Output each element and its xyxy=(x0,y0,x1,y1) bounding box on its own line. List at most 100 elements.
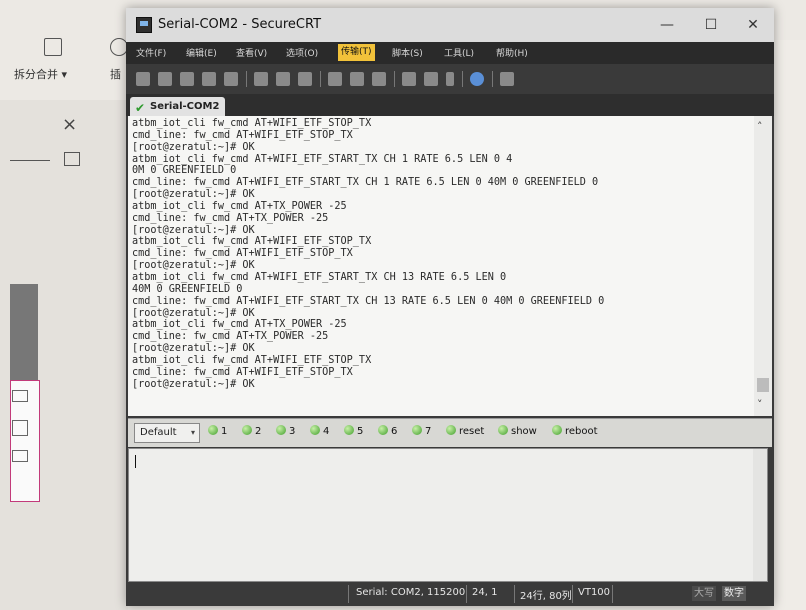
button-label: 5 xyxy=(357,426,364,437)
insert-button[interactable]: 插 xyxy=(110,66,121,82)
button-bar-select[interactable]: Default ▾ xyxy=(134,423,200,443)
button-7[interactable]: 7 xyxy=(412,425,431,441)
scroll-down-icon[interactable]: ˅ xyxy=(757,398,763,411)
terminal-line: cmd_line: fw_cmd AT+WIFI_ETF_START_TX CH… xyxy=(132,177,599,189)
close-button[interactable]: ✕ xyxy=(740,14,766,36)
button-5[interactable]: 5 xyxy=(344,425,363,441)
gem-icon xyxy=(446,425,456,435)
panel-divider xyxy=(10,160,50,161)
background-right-panel xyxy=(770,40,806,610)
menu-tools[interactable]: 工具(L) xyxy=(444,46,474,59)
terminal-line: cmd_line: fw_cmd AT+TX_POWER -25 xyxy=(132,331,329,343)
securecrt-app-icon xyxy=(136,17,152,33)
reboot-button[interactable]: reboot xyxy=(552,425,598,441)
status-separator xyxy=(514,585,515,603)
terminal-line: [root@zeratul:~]# OK xyxy=(132,343,255,355)
chevron-down-icon: ▾ xyxy=(190,428,195,437)
button-bar-select-value: Default xyxy=(140,427,177,438)
menu-options[interactable]: 选项(O) xyxy=(286,46,318,59)
thumb-lines-icon xyxy=(12,450,28,462)
global-options-icon[interactable] xyxy=(350,72,364,86)
minimize-button[interactable]: — xyxy=(654,14,680,36)
disconnect-icon[interactable] xyxy=(224,72,238,86)
menu-bar: 文件(F) 编辑(E) 查看(V) 选项(O) 传输(T) 脚本(S) 工具(L… xyxy=(126,42,774,64)
image-icon[interactable] xyxy=(64,152,80,166)
status-separator xyxy=(612,585,613,603)
panel-close-icon[interactable]: × xyxy=(62,114,77,135)
find-icon[interactable] xyxy=(298,72,312,86)
reconnect-icon[interactable] xyxy=(202,72,216,86)
tab-serial-com2[interactable]: ✔ Serial-COM2 xyxy=(130,97,226,116)
connect-tab-icon[interactable] xyxy=(180,72,194,86)
reset-button[interactable]: reset xyxy=(446,425,484,441)
gem-icon xyxy=(344,425,354,435)
terminal-line: 40M 0 GREENFIELD 0 xyxy=(132,283,243,295)
scrollbar-thumb[interactable] xyxy=(757,378,769,392)
terminal-line: cmd_line: fw_cmd AT+WIFI_ETF_STOP_TX xyxy=(132,248,353,260)
terminal-line: [root@zeratul:~]# OK xyxy=(132,141,255,153)
terminal-line: atbm_iot_cli fw_cmd AT+WIFI_ETF_STOP_TX xyxy=(132,118,372,129)
menu-file[interactable]: 文件(F) xyxy=(136,46,166,59)
terminal-line: atbm_iot_cli fw_cmd AT+WIFI_ETF_START_TX… xyxy=(132,271,507,283)
terminal-output: atbm_iot_cli fw_cmd AT+WIFI_ETF_STOP_TX … xyxy=(132,118,744,390)
button-label: 1 xyxy=(221,426,228,437)
gem-icon xyxy=(412,425,422,435)
keymap-icon[interactable] xyxy=(424,72,438,86)
connect-icon[interactable] xyxy=(136,72,150,86)
toolbar xyxy=(126,64,774,95)
status-separator xyxy=(348,585,349,603)
button-label: 4 xyxy=(323,426,330,437)
terminal-line: [root@zeratul:~]# OK xyxy=(132,224,255,236)
terminal-line: atbm_iot_cli fw_cmd AT+TX_POWER -25 xyxy=(132,200,347,212)
title-bar[interactable]: Serial-COM2 - SecureCRT — ☐ ✕ xyxy=(126,8,774,42)
session-tab-strip: ✔ Serial-COM2 xyxy=(126,94,774,116)
button-4[interactable]: 4 xyxy=(310,425,329,441)
terminal-line: cmd_line: fw_cmd AT+WIFI_ETF_START_TX CH… xyxy=(132,295,605,307)
toolbar-separator xyxy=(394,71,395,87)
terminal-line: 0M 0 GREENFIELD 0 xyxy=(132,165,237,177)
gem-icon xyxy=(310,425,320,435)
button-6[interactable]: 6 xyxy=(378,425,397,441)
paste-icon[interactable] xyxy=(276,72,290,86)
menu-view[interactable]: 查看(V) xyxy=(236,46,267,59)
monitor-icon[interactable] xyxy=(500,72,514,86)
session-options-icon[interactable] xyxy=(328,72,342,86)
scroll-up-icon[interactable]: ˄ xyxy=(757,120,763,133)
terminal-line: [root@zeratul:~]# OK xyxy=(132,378,255,390)
terminal-scrollbar[interactable]: ˄ ˅ xyxy=(754,116,772,416)
button-1[interactable]: 1 xyxy=(208,425,227,441)
command-window-scrollbar[interactable] xyxy=(753,449,767,581)
sftp-icon[interactable] xyxy=(402,72,416,86)
terminal-line: [root@zeratul:~]# OK xyxy=(132,189,255,201)
quick-connect-icon[interactable] xyxy=(158,72,172,86)
terminal-view[interactable]: atbm_iot_cli fw_cmd AT+WIFI_ETF_STOP_TX … xyxy=(128,116,772,416)
button-3[interactable]: 3 xyxy=(276,425,295,441)
show-button[interactable]: show xyxy=(498,425,537,441)
gem-icon xyxy=(242,425,252,435)
print-icon[interactable] xyxy=(372,72,386,86)
command-window-input[interactable] xyxy=(128,448,768,582)
status-rows-cols: 24行, 80列 xyxy=(520,591,572,602)
terminal-line: [root@zeratul:~]# OK xyxy=(132,307,255,319)
help-icon[interactable] xyxy=(470,72,484,86)
button-2[interactable]: 2 xyxy=(242,425,261,441)
key-icon[interactable] xyxy=(446,72,454,86)
maximize-button[interactable]: ☐ xyxy=(698,14,724,36)
menu-help[interactable]: 帮助(H) xyxy=(496,46,528,59)
gem-icon xyxy=(552,425,562,435)
menu-script[interactable]: 脚本(S) xyxy=(392,46,423,59)
split-merge-button[interactable]: 拆分合并 ▾ xyxy=(14,66,67,82)
button-label: reboot xyxy=(565,426,598,437)
button-bar: Default ▾ 1 2 3 4 5 6 7 reset show reboo… xyxy=(128,418,772,447)
toolbar-separator xyxy=(246,71,247,87)
copy-icon[interactable] xyxy=(254,72,268,86)
thumb-table-icon xyxy=(12,420,28,436)
gem-icon xyxy=(498,425,508,435)
num-lock-indicator: 数字 xyxy=(722,586,746,601)
toolbar-separator xyxy=(492,71,493,87)
securecrt-window: Serial-COM2 - SecureCRT — ☐ ✕ 文件(F) 编辑(E… xyxy=(126,8,774,606)
toolbar-separator xyxy=(320,71,321,87)
terminal-line: cmd_line: fw_cmd AT+TX_POWER -25 xyxy=(132,212,329,224)
menu-transfer[interactable]: 传输(T) xyxy=(338,44,375,61)
menu-edit[interactable]: 编辑(E) xyxy=(186,46,217,59)
